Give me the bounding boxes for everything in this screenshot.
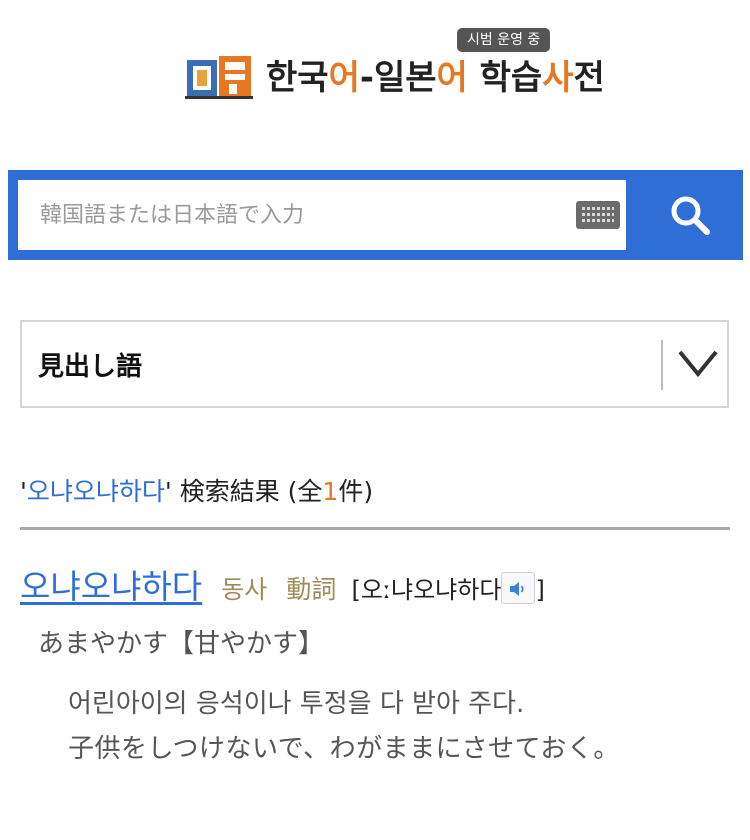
search-icon xyxy=(671,196,710,235)
pronunciation: [오ː냐오냐하다] xyxy=(351,572,545,604)
entry-word-link[interactable]: 오냐오냐하다 xyxy=(20,567,202,606)
search-input[interactable] xyxy=(18,180,558,250)
result-divider xyxy=(20,527,730,530)
entry-headline: 오냐오냐하다 동사 動詞 [오ː냐오냐하다] xyxy=(20,560,545,606)
result-count: 1 xyxy=(322,477,339,506)
keyboard-icon[interactable] xyxy=(576,201,620,229)
site-title[interactable]: 한국어-일본어 학습사전 xyxy=(266,50,605,99)
pos-japanese: 動詞 xyxy=(286,575,337,604)
pos-korean: 동사 xyxy=(221,575,268,604)
sense-translation: あまやかす【甘やかす】 xyxy=(38,629,325,659)
search-type-select[interactable]: 見出し語 xyxy=(20,320,729,408)
definition-japanese: 子供をしつけないで、わがままにさせておく。 xyxy=(68,734,620,764)
dropdown-divider xyxy=(661,340,663,390)
result-keyword: 오냐오냐하다 xyxy=(26,477,165,506)
result-summary: '오냐오냐하다' 検索結果 (全1件) xyxy=(20,477,374,506)
chevron-down-icon[interactable] xyxy=(676,346,720,382)
search-bar xyxy=(8,170,743,260)
beta-badge: 시범 운영 중 xyxy=(457,28,551,52)
search-button[interactable] xyxy=(636,170,743,260)
dictionary-logo-icon[interactable] xyxy=(185,52,255,100)
definition-korean: 어린아이의 응석이나 투정을 다 받아 주다. xyxy=(68,689,525,719)
search-field-wrap xyxy=(18,180,626,250)
speaker-icon[interactable] xyxy=(501,572,536,604)
site-header: 한국어-일본어 학습사전 시범 운영 중 xyxy=(0,0,750,150)
search-type-selected: 見出し語 xyxy=(38,352,143,382)
